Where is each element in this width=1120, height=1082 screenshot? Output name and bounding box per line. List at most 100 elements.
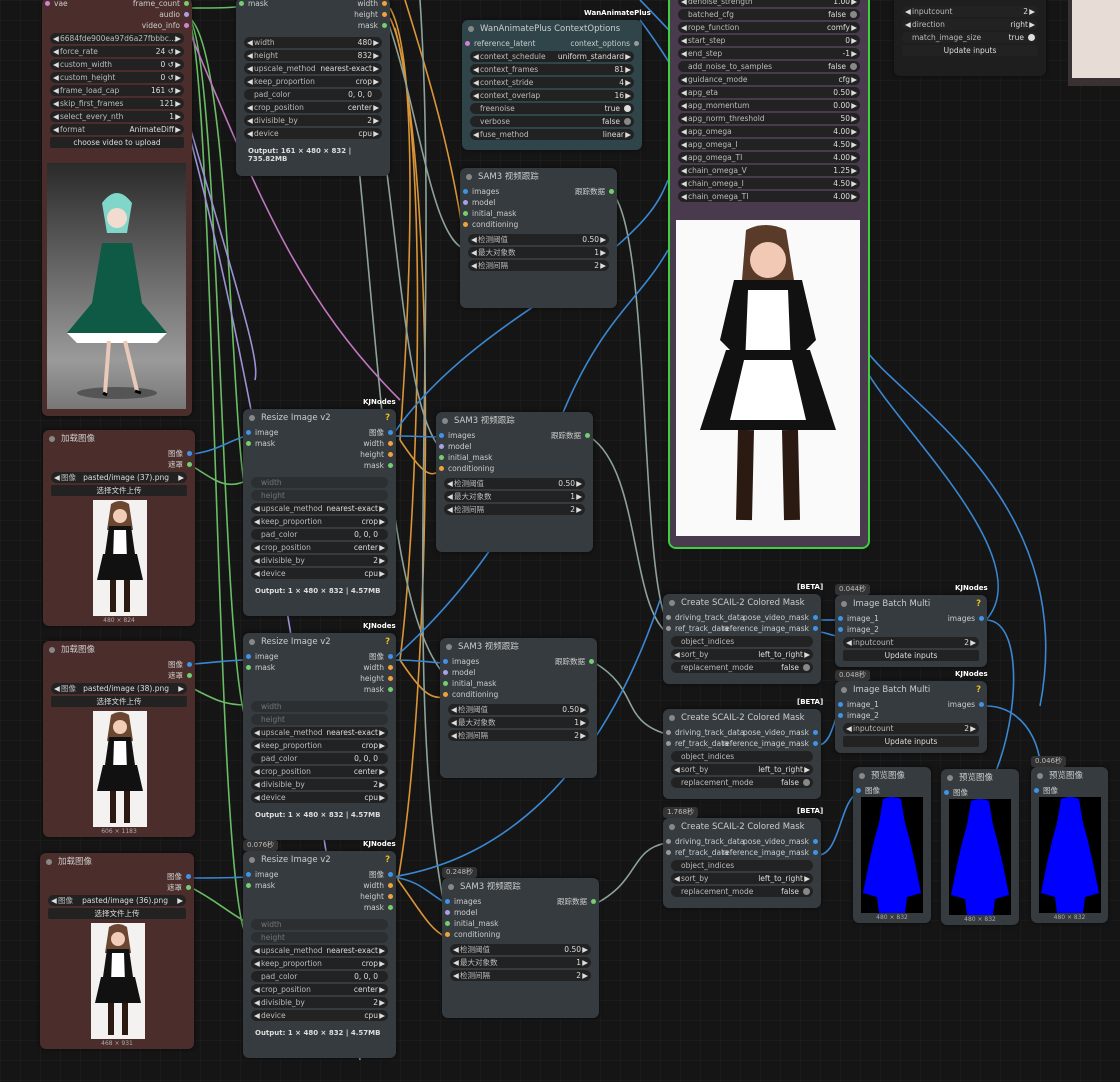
- node-title[interactable]: 加载图像: [43, 641, 195, 659]
- pad-color-widget[interactable]: pad_color 0, 0, 0: [244, 89, 382, 100]
- widget-chain-omega-i[interactable]: ◀ chain_omega_I 4.50 ▶: [678, 178, 860, 189]
- object-indices-input[interactable]: object_indices: [671, 751, 813, 762]
- collapse-dot-icon[interactable]: [49, 436, 55, 442]
- widget-crop-position[interactable]: ◀ crop_position center ▶: [251, 766, 388, 777]
- widget-upscale-method[interactable]: ◀ upscale_method nearest-exact ▶: [251, 945, 388, 956]
- collapse-dot-icon[interactable]: [468, 26, 474, 32]
- widget-replacement-mode[interactable]: replacement_mode false: [671, 777, 813, 788]
- collapse-dot-icon[interactable]: [669, 715, 675, 721]
- node-title[interactable]: SAM3 视频跟踪: [460, 168, 617, 186]
- widget-batched-cfg[interactable]: batched_cfg false: [678, 9, 860, 20]
- freenoise-toggle[interactable]: freenoise true: [470, 103, 634, 114]
- resize-image-node[interactable]: Resize Image v2? image 图像 mask width height ma…: [243, 409, 396, 616]
- image-file-combo[interactable]: ◀ 图像 pasted/image (36).png ▶: [48, 895, 186, 906]
- collapse-dot-icon[interactable]: [841, 601, 847, 607]
- resize-image-top-node[interactable]: mask width height mask ◀ width 480 ▶ ◀ height…: [236, 0, 390, 176]
- widget-pad-color[interactable]: pad_color 0, 0, 0: [251, 753, 388, 764]
- widget-crop-position[interactable]: ◀ crop_position center ▶: [251, 542, 388, 553]
- widget--[interactable]: ◀ 最大对象数 1 ▶: [450, 957, 591, 968]
- choose-file-upload-button[interactable]: 选择文件上传: [51, 696, 187, 707]
- node-title[interactable]: 加载图像: [43, 430, 195, 448]
- widget-chain-omega-ti[interactable]: ◀ chain_omega_TI 4.00 ▶: [678, 191, 860, 202]
- widget-apg-omega[interactable]: ◀ apg_omega 4.00 ▶: [678, 126, 860, 137]
- widget-sort-by[interactable]: ◀ sort_by left_to_right ▶: [671, 649, 813, 660]
- divisible-by-widget[interactable]: ◀ divisible_by 2 ▶: [244, 115, 382, 126]
- widget-pad-color[interactable]: pad_color 0, 0, 0: [251, 529, 388, 540]
- collapse-dot-icon[interactable]: [442, 418, 448, 424]
- select-every-nth-widget[interactable]: ◀ select_every_nth 1 ▶: [50, 111, 184, 122]
- context-stride-widget[interactable]: ◀ context_stride 4 ▶: [470, 77, 634, 88]
- help-icon[interactable]: ?: [976, 595, 981, 613]
- node-title[interactable]: Image Batch Multi?: [835, 595, 987, 613]
- scail-colored-mask-node[interactable]: Create SCAIL-2 Colored Mask driving_track…: [663, 818, 821, 908]
- inputcount-widget[interactable]: ◀ inputcount 2 ▶: [843, 723, 979, 734]
- force-rate-widget[interactable]: ◀ force_rate 24 ↺ ▶: [50, 46, 184, 57]
- collapse-dot-icon[interactable]: [466, 174, 472, 180]
- help-icon[interactable]: ?: [385, 633, 390, 651]
- widget--[interactable]: ◀ 检测阈值 0.50 ▶: [444, 478, 585, 489]
- context-frames-widget[interactable]: ◀ context_frames 81 ▶: [470, 64, 634, 75]
- custom-height-widget[interactable]: ◀ custom_height 0 ↺ ▶: [50, 72, 184, 83]
- widget-end-step[interactable]: ◀ end_step -1 ▶: [678, 48, 860, 59]
- node-title[interactable]: Create SCAIL-2 Colored Mask: [663, 818, 821, 836]
- skip-first-frames-widget[interactable]: ◀ skip_first_frames 121 ▶: [50, 98, 184, 109]
- widget-replacement-mode[interactable]: replacement_mode false: [671, 662, 813, 673]
- widget-chain-omega-v[interactable]: ◀ chain_omega_V 1.25 ▶: [678, 165, 860, 176]
- collapse-dot-icon[interactable]: [669, 824, 675, 830]
- collapse-dot-icon[interactable]: [1037, 773, 1043, 779]
- widget-sort-by[interactable]: ◀ sort_by left_to_right ▶: [671, 764, 813, 775]
- widget-keep-proportion[interactable]: ◀ keep_proportion crop ▶: [251, 958, 388, 969]
- node-graph-canvas[interactable]: vae frame_count audio video_info ◀ 6684fde…: [0, 0, 1120, 1082]
- update-inputs-button[interactable]: Update inputs: [843, 650, 979, 661]
- image-batch-multi-node[interactable]: Image Batch Multi? image_1 images image_2 ◀ i…: [835, 595, 987, 667]
- widget-apg-eta[interactable]: ◀ apg_eta 0.50 ▶: [678, 87, 860, 98]
- inputcount-widget[interactable]: ◀ inputcount 2 ▶: [843, 637, 979, 648]
- help-icon[interactable]: ?: [385, 409, 390, 427]
- choose-file-upload-button[interactable]: 选择文件上传: [51, 485, 187, 496]
- video-file-combo[interactable]: ◀ 6684fde900ea97d6a27fbbbc... ▶: [50, 33, 184, 44]
- node-title[interactable]: Image Batch Multi?: [835, 681, 987, 699]
- fuse-method-widget[interactable]: ◀ fuse_method linear ▶: [470, 129, 634, 140]
- widget-upscale-method[interactable]: ◀ upscale_method nearest-exact ▶: [251, 727, 388, 738]
- widget-device[interactable]: ◀ device cpu ▶: [251, 568, 388, 579]
- widget--[interactable]: ◀ 最大对象数 1 ▶: [448, 717, 589, 728]
- sam3-tracking-node[interactable]: SAM3 视频跟踪 images 跟踪数据 model initial_mask cond…: [460, 168, 617, 308]
- image-file-combo[interactable]: ◀ 图像 pasted/image (37).png ▶: [51, 472, 187, 483]
- resize-image-node[interactable]: Resize Image v2? image 图像 mask width height ma…: [243, 633, 396, 840]
- collapse-dot-icon[interactable]: [46, 859, 52, 865]
- widget--[interactable]: ◀ 最大对象数 1 ▶: [468, 247, 609, 258]
- collapse-dot-icon[interactable]: [859, 773, 865, 779]
- image-file-combo[interactable]: ◀ 图像 pasted/image (38).png ▶: [51, 683, 187, 694]
- collapse-dot-icon[interactable]: [947, 775, 953, 781]
- widget-device[interactable]: ◀ device cpu ▶: [251, 792, 388, 803]
- widget-guidance-mode[interactable]: ◀ guidance_mode cfg ▶: [678, 74, 860, 85]
- device-widget[interactable]: ◀ device cpu ▶: [244, 128, 382, 139]
- context-options-node[interactable]: WanAnimatePlus ContextOptions reference_…: [462, 20, 642, 150]
- widget-apg-momentum[interactable]: ◀ apg_momentum 0.00 ▶: [678, 100, 860, 111]
- widget--[interactable]: ◀ 检测间隔 2 ▶: [468, 260, 609, 271]
- widget-add-noise-to-samples[interactable]: add_noise_to_samples false: [678, 61, 860, 72]
- object-indices-input[interactable]: object_indices: [671, 860, 813, 871]
- load-video-node[interactable]: vae frame_count audio video_info ◀ 6684fde…: [42, 0, 192, 416]
- upscale-method-widget[interactable]: ◀ upscale_method nearest-exact ▶: [244, 63, 382, 74]
- scail-colored-mask-node[interactable]: Create SCAIL-2 Colored Mask driving_track…: [663, 709, 821, 799]
- sam3-tracking-node[interactable]: SAM3 视频跟踪 images 跟踪数据 model initial_mask cond…: [442, 878, 599, 1018]
- node-title[interactable]: 预览图像: [941, 769, 1019, 787]
- custom-width-widget[interactable]: ◀ custom_width 0 ↺ ▶: [50, 59, 184, 70]
- load-image-node[interactable]: 加载图像 图像 遮罩 ◀ 图像 pasted/image (38).png ▶ 选择文件上传 …: [43, 641, 195, 837]
- node-title[interactable]: 预览图像: [853, 767, 931, 785]
- scail-colored-mask-node[interactable]: Create SCAIL-2 Colored Mask driving_track…: [663, 594, 821, 684]
- load-image-node[interactable]: 加载图像 图像 遮罩 ◀ 图像 pasted/image (37).png ▶ 选择文件上传 …: [43, 430, 195, 626]
- widget-divisible-by[interactable]: ◀ divisible_by 2 ▶: [251, 555, 388, 566]
- node-title[interactable]: WanAnimatePlus ContextOptions: [462, 20, 642, 38]
- resize-image-node[interactable]: Resize Image v2? image 图像 mask width height ma…: [243, 851, 396, 1058]
- collapse-dot-icon[interactable]: [249, 857, 255, 863]
- sampler-node[interactable]: ◀ denoise_strength 1.00 ▶ batched_cfg false ◀ r…: [668, 0, 870, 549]
- height-widget[interactable]: ◀ height 832 ▶: [244, 50, 382, 61]
- sam3-tracking-node[interactable]: SAM3 视频跟踪 images 跟踪数据 model initial_mask cond…: [436, 412, 593, 552]
- sam3-tracking-node[interactable]: SAM3 视频跟踪 images 跟踪数据 model initial_mask cond…: [440, 638, 597, 778]
- widget-divisible-by[interactable]: ◀ divisible_by 2 ▶: [251, 997, 388, 1008]
- preview-image-node[interactable]: 预览图像 图像 480 × 832: [853, 767, 931, 923]
- collapse-dot-icon[interactable]: [841, 687, 847, 693]
- load-image-node[interactable]: 加载图像 图像 遮罩 ◀ 图像 pasted/image (36).png ▶ 选择文件上传 …: [40, 853, 194, 1049]
